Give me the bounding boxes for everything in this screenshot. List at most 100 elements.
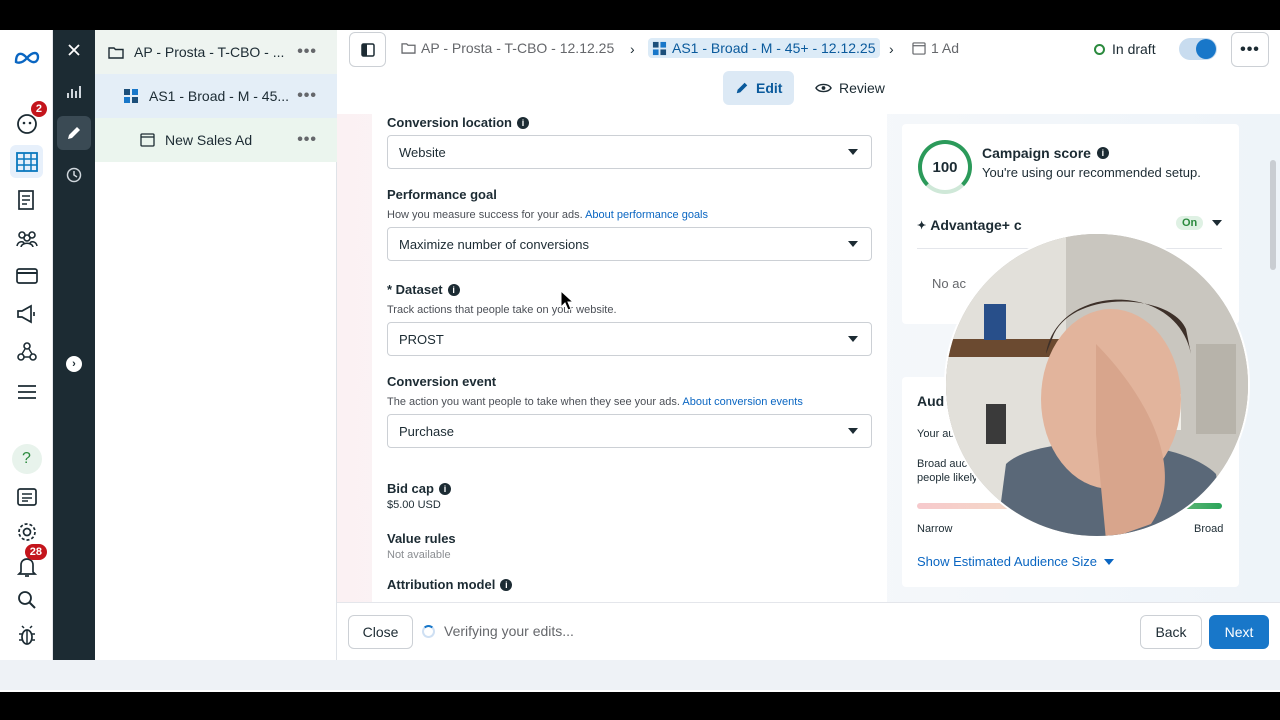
footer-action-bar: Close Verifying your edits... Back Next	[337, 602, 1280, 660]
dataset-select[interactable]: PROST	[387, 322, 872, 356]
tree-item-adset[interactable]: AS1 - Broad - M - 45... •••	[95, 74, 337, 118]
dropdown-caret-icon	[848, 241, 858, 247]
toggle-sidebar-button[interactable]	[349, 32, 386, 67]
audiences-icon[interactable]	[10, 221, 43, 254]
breadcrumb-ad[interactable]: 1 Ad	[912, 40, 959, 56]
breadcrumb-adset[interactable]: AS1 - Broad - M - 45+ - 12.12.25	[648, 38, 880, 58]
info-icon: i	[1096, 147, 1109, 159]
verifying-status: Verifying your edits...	[422, 623, 574, 639]
dropdown-caret-icon	[848, 149, 858, 155]
billing-icon[interactable]	[10, 259, 43, 292]
audience-title: Aud	[917, 393, 945, 409]
campaigns-table-icon[interactable]	[10, 145, 43, 178]
status-dot-icon	[1094, 43, 1105, 55]
more-options-icon[interactable]: •••	[297, 43, 317, 61]
chevron-right-icon: ›	[630, 41, 635, 57]
more-options-icon[interactable]: •••	[297, 87, 317, 105]
megaphone-icon[interactable]	[10, 297, 43, 330]
expand-panel-icon[interactable]: ›	[66, 356, 82, 372]
news-feed-icon[interactable]	[10, 480, 43, 513]
ads-manager-window: 2 ? 28 › AP - Prosta - T-CBO - ... ••• A…	[0, 30, 1280, 692]
pencil-icon	[736, 82, 748, 94]
desktop-bottom-strip	[0, 660, 1280, 690]
conversion-event-label: Conversion event	[387, 374, 497, 389]
history-clock-icon[interactable]	[57, 158, 91, 192]
dataset-label: * Dataset i	[387, 282, 460, 297]
notifications-bell-icon[interactable]: 28	[10, 544, 47, 583]
campaign-score-desc: You're using our recommended setup.	[982, 165, 1201, 180]
help-icon[interactable]: ?	[10, 442, 43, 475]
chevron-down-icon[interactable]	[1212, 220, 1222, 226]
events-manager-icon[interactable]	[10, 335, 43, 368]
search-icon[interactable]	[10, 583, 43, 616]
about-performance-goals-link[interactable]: About performance goals	[585, 209, 708, 221]
conversion-settings-form: Conversion location i Website Performance…	[372, 114, 887, 602]
breadcrumb-campaign[interactable]: AP - Prosta - T-CBO - 12.12.25	[401, 40, 614, 56]
dropdown-caret-icon	[848, 336, 858, 342]
close-button[interactable]: Close	[348, 615, 413, 649]
tree-item-campaign[interactable]: AP - Prosta - T-CBO - ... •••	[95, 30, 337, 74]
loading-spinner-icon	[422, 624, 435, 638]
info-icon: i	[447, 283, 460, 296]
notification-badge: 28	[24, 544, 47, 560]
ad-window-icon	[138, 131, 156, 149]
account-overview-icon[interactable]: 2	[10, 101, 47, 140]
conversion-event-select[interactable]: Purchase	[387, 414, 872, 448]
info-icon: i	[500, 578, 513, 591]
bid-cap-value: $5.00 USD	[387, 499, 441, 511]
edit-review-tabs: Edit Review	[337, 70, 1280, 114]
ad-window-icon	[912, 41, 926, 55]
meta-logo-icon[interactable]	[10, 40, 43, 73]
close-icon[interactable]	[57, 33, 91, 67]
adset-on-off-toggle[interactable]	[1179, 38, 1217, 60]
mouse-cursor	[560, 289, 575, 317]
dataset-hint: Track actions that people take on your w…	[387, 304, 617, 316]
broad-label: Broad	[1194, 523, 1224, 535]
audience-broad-line2: people likely	[917, 472, 978, 484]
audience-broad-line1: Broad auc	[917, 458, 968, 470]
audience-your-text: Your au	[917, 428, 955, 440]
back-button[interactable]: Back	[1140, 615, 1202, 649]
bug-report-icon[interactable]	[10, 618, 43, 651]
advantage-status-badge: On	[1176, 216, 1204, 230]
webcam-overlay	[944, 232, 1250, 538]
tree-item-ad[interactable]: New Sales Ad •••	[95, 118, 337, 162]
tab-review[interactable]: Review	[803, 71, 897, 105]
show-estimated-audience-link[interactable]: Show Estimated Audience Size	[917, 554, 1114, 569]
tab-edit[interactable]: Edit	[723, 71, 795, 105]
campaign-tree: AP - Prosta - T-CBO - ... ••• AS1 - Broa…	[95, 30, 337, 660]
tree-item-label: AP - Prosta - T-CBO - ...	[134, 44, 285, 60]
notification-badge: 2	[30, 101, 47, 117]
conversion-event-hint: The action you want people to take when …	[387, 396, 803, 408]
more-actions-button[interactable]: •••	[1231, 32, 1269, 67]
value-rules-label: Value rules	[387, 531, 456, 546]
meta-left-nav: 2 ? 28	[0, 30, 53, 660]
next-button[interactable]: Next	[1209, 615, 1269, 649]
chart-icon[interactable]	[57, 75, 91, 109]
adset-grid-icon	[122, 87, 140, 105]
more-options-icon[interactable]: •••	[297, 131, 317, 149]
eye-icon	[815, 83, 832, 93]
editor-rail: ›	[53, 30, 95, 660]
folder-icon	[401, 42, 416, 54]
chevron-down-icon	[1103, 558, 1114, 565]
breadcrumb-bar: AP - Prosta - T-CBO - 12.12.25 › AS1 - B…	[337, 30, 1280, 70]
folder-icon	[107, 43, 125, 61]
bid-cap-label: Bid cap i	[387, 481, 451, 496]
conversion-location-select[interactable]: Website	[387, 135, 872, 169]
vertical-scrollbar[interactable]	[1270, 160, 1276, 270]
chevron-right-icon: ›	[889, 41, 894, 57]
performance-goal-select[interactable]: Maximize number of conversions	[387, 227, 872, 261]
edit-pencil-icon[interactable]	[57, 116, 91, 150]
attribution-model-label: Attribution model i	[387, 577, 513, 592]
narrow-label: Narrow	[917, 523, 953, 535]
campaign-score-ring: 100	[918, 140, 972, 194]
advantage-label[interactable]: ✦ Advantage+ c	[917, 217, 1022, 233]
all-tools-menu-icon[interactable]	[10, 375, 43, 408]
reports-icon[interactable]	[10, 183, 43, 216]
about-conversion-events-link[interactable]: About conversion events	[682, 396, 802, 408]
info-icon: i	[516, 116, 529, 129]
conversion-location-label: Conversion location i	[387, 115, 529, 130]
campaign-score-title: Campaign score i	[982, 145, 1109, 161]
tree-item-label: AS1 - Broad - M - 45...	[149, 88, 290, 104]
